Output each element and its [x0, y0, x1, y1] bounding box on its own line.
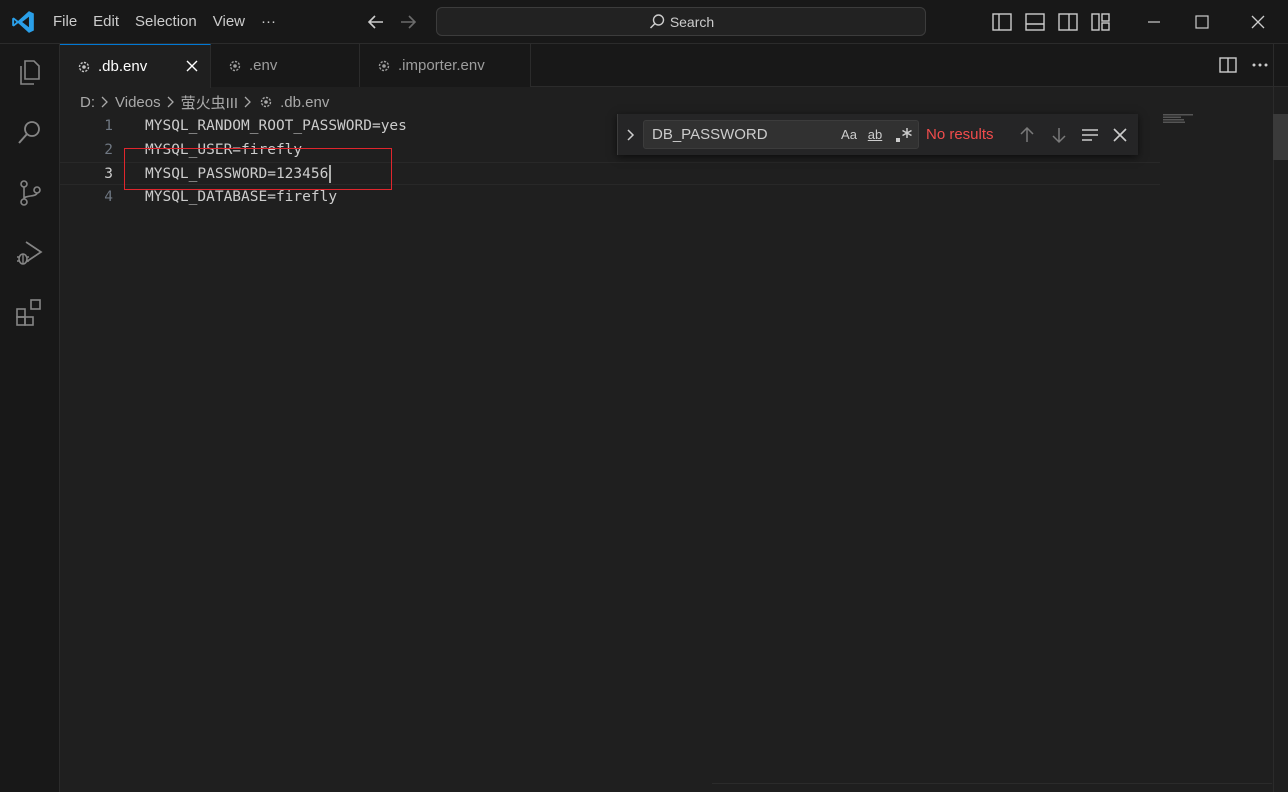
find-widget: DB_PASSWORD Aa ab No results	[617, 114, 1138, 155]
customize-layout-icon[interactable]	[1090, 11, 1112, 33]
search-label: Search	[669, 13, 715, 30]
code-text[interactable]: MYSQL_RANDOM_ROOT_PASSWORD=yes	[145, 115, 407, 138]
breadcrumb: D: Videos 萤火虫III .db.env	[80, 92, 329, 112]
close-icon	[1251, 15, 1265, 29]
vscode-logo-icon[interactable]	[10, 9, 36, 35]
close-window-button[interactable]	[1234, 0, 1282, 44]
run-debug-icon[interactable]	[14, 237, 46, 269]
find-status: No results	[926, 126, 994, 143]
gear-icon	[229, 60, 241, 71]
gear-icon	[78, 61, 90, 72]
more-actions-icon[interactable]	[1250, 55, 1270, 75]
highlight-annotation-box	[124, 148, 392, 190]
tab-bar: .db.env .env .importer.env	[60, 44, 1288, 88]
menu-bar: File Edit Selection View ···	[45, 0, 284, 44]
chevron-right-icon	[167, 96, 174, 108]
scrollbar-thumb[interactable]	[1273, 114, 1288, 160]
line-number: 4	[104, 189, 113, 205]
code-editor[interactable]: 1 MYSQL_RANDOM_ROOT_PASSWORD=yes 2 MYSQL…	[60, 114, 1273, 792]
explorer-icon[interactable]	[14, 57, 46, 89]
breadcrumb-folder-firefly[interactable]: 萤火虫III	[181, 92, 239, 113]
find-in-selection-icon[interactable]	[1080, 125, 1100, 145]
minimap[interactable]	[1163, 114, 1203, 124]
breadcrumb-file[interactable]: .db.env	[280, 94, 329, 111]
title-bar: File Edit Selection View ··· Search	[0, 0, 1288, 44]
menu-selection[interactable]: Selection	[127, 7, 205, 37]
maximize-button[interactable]	[1178, 0, 1226, 44]
next-match-icon[interactable]	[1049, 125, 1069, 145]
gear-icon	[378, 60, 390, 71]
match-case-toggle[interactable]: Aa	[839, 126, 859, 144]
line-number: 1	[104, 118, 113, 134]
match-whole-word-toggle[interactable]: ab	[865, 126, 885, 144]
tab-importer-env[interactable]: .importer.env	[360, 44, 531, 87]
tab-label: .db.env	[98, 58, 148, 75]
toggle-replace-chevron-icon[interactable]	[622, 126, 640, 144]
toggle-panel-icon[interactable]	[1024, 11, 1046, 33]
source-control-icon[interactable]	[14, 177, 46, 209]
toggle-secondary-sidebar-icon[interactable]	[1057, 11, 1079, 33]
previous-match-icon[interactable]	[1017, 125, 1037, 145]
search-icon[interactable]	[14, 117, 46, 149]
close-tab-icon[interactable]	[184, 58, 200, 74]
maximize-icon	[1195, 15, 1209, 29]
line-number: 3	[104, 166, 113, 182]
gear-icon	[260, 96, 272, 108]
tab-env[interactable]: .env	[211, 44, 360, 87]
activity-bar	[0, 44, 60, 792]
menu-file[interactable]: File	[45, 7, 85, 37]
menu-view[interactable]: View	[205, 7, 253, 37]
tab-db-env[interactable]: .db.env	[60, 44, 211, 88]
forward-arrow-icon[interactable]	[396, 10, 420, 34]
minimize-button[interactable]	[1130, 0, 1178, 44]
line-number: 2	[104, 142, 113, 158]
close-find-icon[interactable]	[1110, 125, 1130, 145]
command-center-search[interactable]: Search	[436, 7, 926, 36]
menu-edit[interactable]: Edit	[85, 7, 127, 37]
tab-label: .env	[249, 57, 278, 74]
toggle-primary-sidebar-icon[interactable]	[991, 11, 1013, 33]
breadcrumb-drive[interactable]: D:	[80, 94, 95, 111]
minimize-icon	[1148, 21, 1160, 23]
panel-divider	[712, 783, 1272, 784]
chevron-right-icon	[101, 96, 108, 108]
chevron-right-icon	[244, 96, 252, 108]
split-editor-icon[interactable]	[1218, 55, 1238, 75]
regex-icon[interactable]	[894, 126, 914, 144]
menu-more[interactable]: ···	[253, 7, 284, 37]
search-icon	[649, 13, 665, 29]
tab-label: .importer.env	[398, 57, 485, 74]
breadcrumb-folder-videos[interactable]: Videos	[115, 94, 161, 111]
extensions-icon[interactable]	[14, 297, 46, 329]
back-arrow-icon[interactable]	[364, 10, 388, 34]
